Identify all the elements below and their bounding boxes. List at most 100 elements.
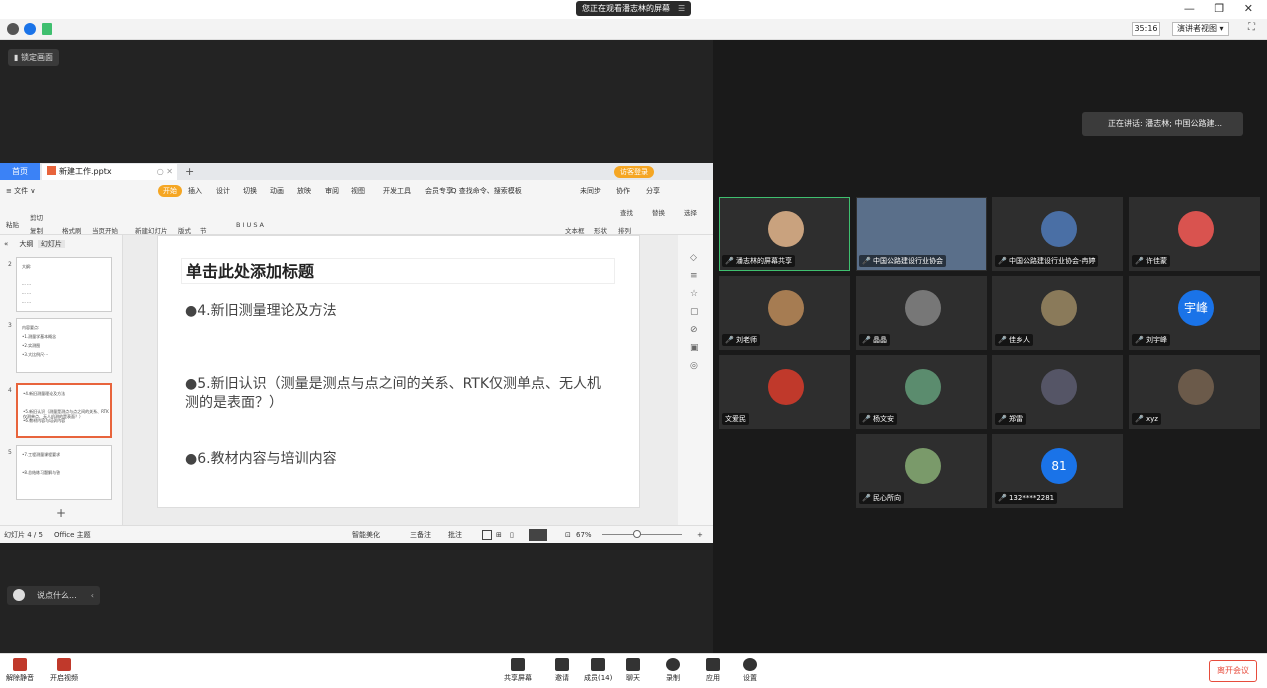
help-icon[interactable]: ⊘ xyxy=(690,325,710,335)
add-slide-button[interactable]: + xyxy=(56,506,66,520)
image-icon[interactable]: ▣ xyxy=(690,343,710,353)
ribbon-button[interactable]: 剪切 xyxy=(30,212,43,222)
zoom-slider[interactable] xyxy=(602,534,682,535)
ribbon-button[interactable]: 格式刷 xyxy=(62,225,82,235)
ribbon-button[interactable]: 节 xyxy=(200,225,207,235)
menu-item[interactable]: 动画 xyxy=(270,183,284,199)
settings-button[interactable]: 设置 xyxy=(743,658,757,683)
apps-button[interactable]: 应用 xyxy=(706,658,720,683)
menu-item[interactable]: ≡ 文件 ∨ xyxy=(6,183,35,199)
menu-item[interactable]: 设计 xyxy=(216,183,230,199)
fullscreen-icon[interactable]: ⛶ xyxy=(1248,22,1255,33)
slide-thumbnail[interactable]: 大纲: ··· ··· ··· ··· ··· ··· xyxy=(16,257,112,312)
tab-slides[interactable]: 幻灯片 xyxy=(37,240,65,248)
pin-icon[interactable]: ☆ xyxy=(690,289,710,299)
participant-tile[interactable]: 🎤 xyz xyxy=(1129,355,1260,429)
participant-tile[interactable]: 宇峰 🎤 刘宇峰 xyxy=(1129,276,1260,350)
window-controls[interactable]: — ❐ ✕ xyxy=(1184,2,1261,15)
new-tab-button[interactable]: + xyxy=(185,163,194,180)
participant-tile[interactable]: 🎤 杨文安 xyxy=(856,355,987,429)
participant-tile[interactable]: 🎤 许佳蒙 xyxy=(1129,197,1260,271)
menu-item[interactable]: 放映 xyxy=(297,183,311,199)
participant-tile[interactable]: 🎤 晶晶 xyxy=(856,276,987,350)
tab-outline[interactable]: 大纲 xyxy=(19,240,33,248)
smart-beautify-button[interactable]: 智能美化 xyxy=(352,526,380,544)
ribbon-button[interactable]: 排列 xyxy=(618,225,631,235)
members-button[interactable]: 成员(14) xyxy=(584,658,612,683)
share-screen-button[interactable]: 共享屏幕 xyxy=(504,658,532,683)
ribbon-button[interactable]: 替换 xyxy=(652,207,665,217)
menu-item[interactable]: Q 查找命令、搜索模板 xyxy=(451,183,522,199)
ribbon-button[interactable]: 查找 xyxy=(620,207,633,217)
comment-button[interactable]: 批注 xyxy=(448,526,462,544)
unmute-button[interactable]: 解除静音 xyxy=(6,658,34,683)
ribbon-button[interactable]: 版式 xyxy=(178,225,191,235)
slide-thumbnail[interactable]: •7.工程测量课程要求 •8.总结练习题解与答 xyxy=(16,445,112,500)
ribbon-button[interactable]: 选择 xyxy=(684,207,697,217)
login-button[interactable]: 访客登录 xyxy=(614,166,654,178)
chat-button[interactable]: 聊天 xyxy=(626,658,640,683)
participant-tile[interactable]: 🎤 民心所向 xyxy=(856,434,987,508)
participant-tile[interactable]: 🎤 中国公路建设行业协会 xyxy=(856,197,987,271)
slide-bullet[interactable]: ●5.新旧认识（测量是测点与点之间的关系、RTK仅测单点、无人机测的是表面？） xyxy=(185,375,605,413)
menu-item[interactable]: 协作 xyxy=(616,183,630,199)
menu-item[interactable]: 会员专享 xyxy=(425,183,453,199)
participant-tile[interactable]: 🎤 郑雷 xyxy=(992,355,1123,429)
info-icon[interactable] xyxy=(7,23,19,35)
sorter-view-icon[interactable]: ⊞ xyxy=(496,526,502,544)
menu-item[interactable]: 插入 xyxy=(188,183,202,199)
location-icon[interactable]: ◎ xyxy=(690,361,710,371)
slide-bullet[interactable]: ●4.新旧测量理论及方法 xyxy=(185,302,605,321)
menu-item[interactable]: 审阅 xyxy=(325,183,339,199)
banner-menu-icon[interactable]: ☰ xyxy=(678,1,685,16)
share-banner[interactable]: 您正在观看潘志林的屏幕 ☰ xyxy=(576,1,692,16)
participant-tile[interactable]: 🎤 刘老师 xyxy=(719,276,850,350)
slide-bullet[interactable]: ●6.教材内容与培训内容 xyxy=(185,450,605,469)
normal-view-icon[interactable] xyxy=(482,530,492,540)
ribbon-button[interactable]: 复制 xyxy=(30,225,43,235)
zoom-slider-thumb[interactable] xyxy=(633,530,641,538)
participant-tile[interactable]: 文爱民 xyxy=(719,355,850,429)
menu-item[interactable]: 视图 xyxy=(351,183,365,199)
zoom-in-icon[interactable]: + xyxy=(697,526,703,544)
slide-thumbnail[interactable]: •4.新旧测量理论及方法 •5.新旧认识（测量是测点与点之间的关系、RTK仅测单点… xyxy=(16,383,112,438)
ribbon-button[interactable]: 粘贴 xyxy=(6,219,19,229)
presenter-view-button[interactable]: 演讲者视图 ▾ xyxy=(1172,22,1229,36)
reading-view-icon[interactable]: ▯ xyxy=(510,526,514,544)
ribbon-button[interactable]: B I U S A xyxy=(236,221,264,229)
participant-tile[interactable]: 🎤 潘志林的屏幕共享 xyxy=(719,197,850,271)
shield-icon[interactable] xyxy=(24,23,36,35)
record-button[interactable]: 录制 xyxy=(666,658,680,683)
participant-tile[interactable]: 81 🎤 132****2281 xyxy=(992,434,1123,508)
chevron-left-icon[interactable]: ‹ xyxy=(91,586,94,605)
chat-input[interactable]: 说点什么... ‹ xyxy=(7,586,100,605)
invite-button[interactable]: 邀请 xyxy=(555,658,569,683)
tab-home[interactable]: 首页 xyxy=(0,163,40,180)
menu-item[interactable]: 开发工具 xyxy=(383,183,411,199)
menu-item[interactable]: 分享 xyxy=(646,183,660,199)
fit-icon[interactable]: ⊡ xyxy=(565,526,571,544)
leave-meeting-button[interactable]: 离开会议 xyxy=(1209,660,1257,682)
settings-icon[interactable]: ≡ xyxy=(690,271,710,281)
copy-icon[interactable]: ▢ xyxy=(690,307,710,317)
tab-document[interactable]: 新建工作.pptx ○ ✕ xyxy=(42,164,177,180)
participant-tile[interactable]: 🎤 佳乡人 xyxy=(992,276,1123,350)
start-video-button[interactable]: 开启视频 xyxy=(50,658,78,683)
menu-item[interactable]: 开始 xyxy=(158,185,182,197)
ribbon-button[interactable]: 当页开始 xyxy=(92,225,118,235)
participant-tile[interactable]: 🎤 中国公路建设行业协会-冉婷 xyxy=(992,197,1123,271)
emoji-icon[interactable] xyxy=(13,589,25,601)
ribbon-button[interactable]: 形状 xyxy=(594,225,607,235)
signal-icon[interactable] xyxy=(42,23,52,35)
slide-title[interactable]: 单击此处添加标题 xyxy=(181,258,615,284)
menu-item[interactable]: 未同步 xyxy=(580,183,601,199)
slide-thumbnail[interactable]: 内容要点: •1.测量学基本概念 •2.实测图 •3.大比例尺··· xyxy=(16,318,112,373)
ribbon-button[interactable]: 文本框 xyxy=(565,225,585,235)
style-icon[interactable]: ◇ xyxy=(690,253,710,263)
lock-view-button[interactable]: ▮ 锁定画面 xyxy=(8,49,59,66)
ribbon-button[interactable]: 新建幻灯片 xyxy=(135,225,168,235)
current-slide[interactable]: 单击此处添加标题 ●4.新旧测量理论及方法 ●5.新旧认识（测量是测点与点之间的… xyxy=(157,235,640,508)
menu-item[interactable]: 切换 xyxy=(243,183,257,199)
notes-button[interactable]: 三备注 xyxy=(410,526,431,544)
close-tab-icon[interactable]: ○ ✕ xyxy=(157,164,173,180)
